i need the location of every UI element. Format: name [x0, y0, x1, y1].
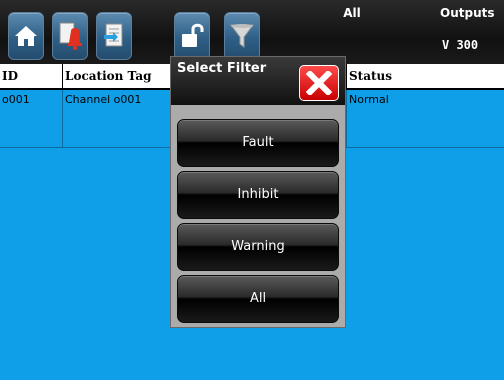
close-button[interactable] — [299, 65, 339, 101]
dialog-title: Select Filter — [177, 61, 267, 76]
outputs-label: Outputs — [440, 6, 495, 20]
close-icon — [306, 71, 332, 95]
unlock-button[interactable] — [174, 12, 210, 60]
top-toolbar: All Outputs V 300 — [0, 0, 504, 64]
column-header-status[interactable]: Status — [346, 64, 504, 88]
outputs-value: V 300 — [442, 38, 479, 52]
cell-status: Normal — [346, 90, 504, 148]
export-button[interactable] — [96, 12, 132, 60]
dialog-titlebar: Select Filter — [171, 57, 345, 105]
column-header-id[interactable]: ID — [0, 64, 62, 88]
filter-funnel-icon — [230, 24, 254, 48]
cell-id: o001 — [2, 93, 30, 106]
filter-option-all-button[interactable]: All — [177, 275, 339, 323]
filter-button[interactable] — [224, 12, 260, 60]
filter-option-fault-button[interactable]: Fault — [177, 119, 339, 167]
select-filter-dialog: Select Filter Fault Inhibit Warning All — [170, 56, 346, 328]
alarm-button[interactable] — [52, 12, 88, 60]
unlock-icon — [182, 23, 204, 47]
filter-option-warning-button[interactable]: Warning — [177, 223, 339, 271]
home-button[interactable] — [8, 12, 44, 60]
cell-location-tag: Channel o001 — [62, 90, 172, 148]
export-document-icon — [104, 23, 123, 47]
home-icon — [15, 26, 37, 46]
filter-mode-label: All — [343, 6, 361, 20]
column-header-location-tag[interactable]: Location Tag — [62, 64, 172, 88]
alarm-bell-icon — [59, 22, 82, 50]
filter-option-inhibit-button[interactable]: Inhibit — [177, 171, 339, 219]
